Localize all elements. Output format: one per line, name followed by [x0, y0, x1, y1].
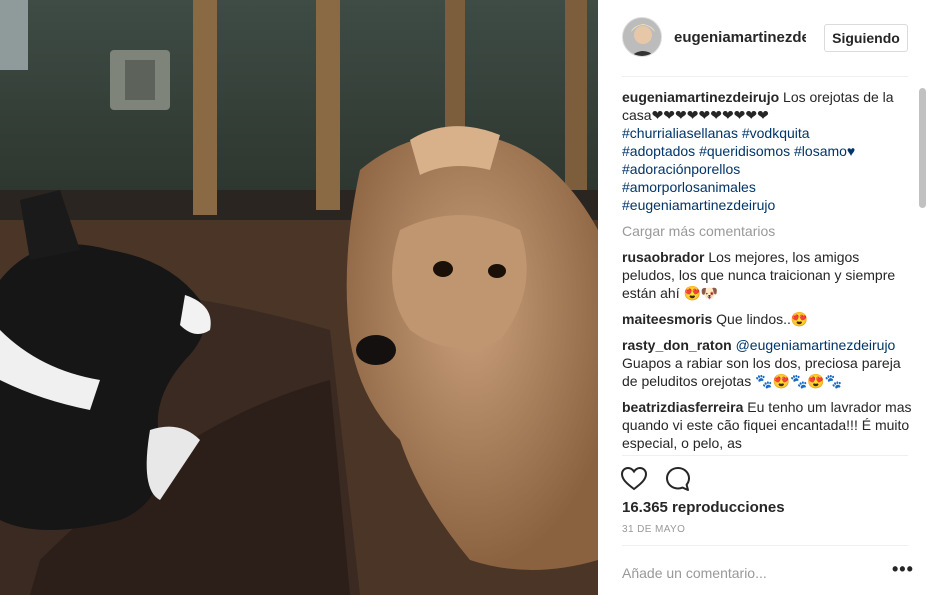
avatar-image	[623, 18, 661, 56]
hashtag-line[interactable]: #amorporlosanimales	[622, 178, 912, 196]
divider	[622, 76, 908, 77]
view-count[interactable]: 16.365 reproducciones	[622, 499, 785, 516]
hashtag-line[interactable]: #adoraciónporellos	[622, 160, 912, 178]
comment-item: rasty_don_raton @eugeniamartinezdeirujo …	[622, 336, 912, 390]
more-options-icon[interactable]: •••	[892, 560, 914, 582]
caption-username[interactable]: eugeniamartinezdeirujo	[622, 89, 779, 105]
post-date: 31 DE MAYO	[622, 524, 686, 535]
comment-item: rusaobrador Los mejores, los amigos pelu…	[622, 248, 912, 302]
divider	[622, 545, 908, 546]
divider	[622, 455, 908, 456]
comment-item: maiteesmoris Que lindos..😍	[622, 310, 912, 328]
comment-text: Que lindos..😍	[716, 311, 809, 327]
comment-text: Guapos a rabiar son los dos, preciosa pa…	[622, 355, 901, 389]
hashtag-line[interactable]: #eugeniamartinezdeirujo	[622, 196, 912, 214]
header-username[interactable]: eugeniamartinezdeirujo	[674, 29, 806, 46]
caption: eugeniamartinezdeirujo Los orejotas de l…	[622, 88, 912, 214]
dogs-photo	[0, 0, 598, 595]
comment-username[interactable]: rusaobrador	[622, 249, 704, 265]
avatar[interactable]	[622, 17, 662, 57]
comment-icon[interactable]	[664, 465, 692, 493]
post-panel: eugeniamartinezdeirujo Siguiendo eugenia…	[598, 0, 931, 595]
comment-username[interactable]: beatrizdiasferreira	[622, 399, 743, 415]
post-header: eugeniamartinezdeirujo Siguiendo	[598, 0, 931, 76]
following-button[interactable]: Siguiendo	[824, 24, 908, 52]
hashtag-line[interactable]: #adoptados #queridisomos #losamo♥	[622, 142, 912, 160]
action-bar	[620, 465, 704, 493]
load-more-comments-link[interactable]: Cargar más comentarios	[622, 222, 912, 240]
comment-username[interactable]: maiteesmoris	[622, 311, 712, 327]
heart-icon[interactable]	[620, 465, 648, 493]
comments-scrollbar[interactable]	[919, 88, 926, 208]
add-comment-input[interactable]	[622, 558, 872, 588]
hashtag-line[interactable]: #churrialiasellanas #vodkquita	[622, 124, 912, 142]
comment-mention[interactable]: @eugeniamartinezdeirujo	[736, 337, 896, 353]
comment-item: beatrizdiasferreira Eu tenho um lavrador…	[622, 398, 912, 452]
comments-list[interactable]: eugeniamartinezdeirujo Los orejotas de l…	[622, 88, 912, 455]
post-media[interactable]	[0, 0, 598, 595]
comment-username[interactable]: rasty_don_raton	[622, 337, 732, 353]
